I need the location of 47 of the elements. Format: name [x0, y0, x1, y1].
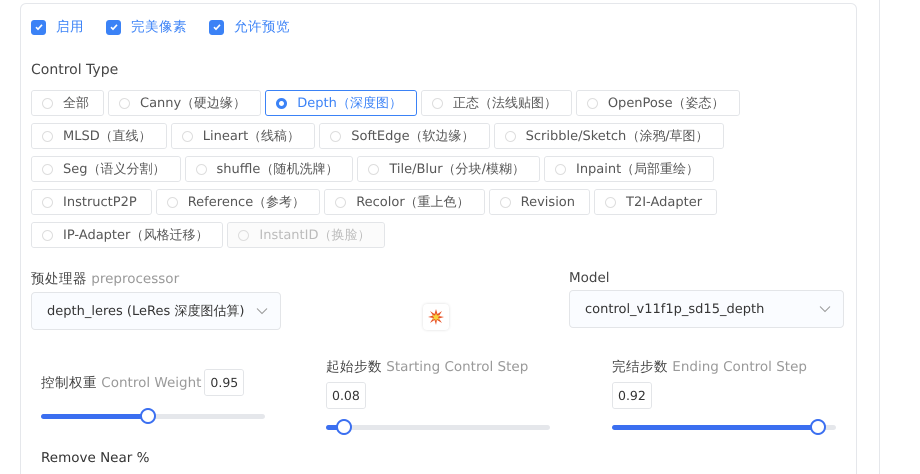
burst-icon [428, 309, 444, 325]
radio-option[interactable]: Revision [488, 189, 590, 215]
radio-option[interactable]: SoftEdge（软边缘） [319, 123, 490, 149]
radio-option[interactable]: Inpaint（局部重绘） [544, 156, 714, 182]
radio-option[interactable]: Canny（硬边缘） [108, 90, 262, 116]
radio-option[interactable]: Lineart（线稿） [170, 123, 316, 149]
slider-label: 控制权重 Control Weight [41, 374, 202, 392]
preprocessor-dropdown[interactable]: depth_leres (LeRes 深度图估算) [31, 292, 281, 330]
checkmark-icon [34, 22, 44, 32]
radio-option[interactable]: Seg（语义分割） [31, 156, 181, 182]
checkbox[interactable] [31, 20, 46, 34]
radio-option[interactable]: Recolor（重上色） [324, 189, 485, 215]
checkbox[interactable] [106, 20, 121, 34]
radio-option[interactable]: shuffle（随机洗牌） [184, 156, 354, 182]
number-field[interactable]: 0.08 [326, 382, 366, 409]
checkbox-option[interactable]: 启用 [31, 18, 84, 36]
radio-option[interactable]: OpenPose（姿态） [576, 90, 740, 116]
chevron-icon [256, 307, 268, 315]
preview-button[interactable] [423, 304, 449, 330]
checkbox-option[interactable]: 允许预览 [209, 18, 290, 36]
slider-label: 起始步数 Starting Control Step [326, 358, 528, 376]
chevron-icon [819, 305, 831, 313]
slider-handle[interactable] [810, 419, 826, 435]
radio-option[interactable]: 正态（法线贴图） [420, 90, 572, 116]
slider-label: 完结步数 Ending Control Step [612, 358, 807, 376]
radio-option[interactable]: IP-Adapter（风格迁移） [31, 222, 224, 248]
slider-handle[interactable] [140, 408, 156, 424]
slider-handle[interactable] [336, 419, 352, 435]
number-field[interactable]: 0.92 [612, 382, 652, 409]
radio-option[interactable]: MLSD（直线） [31, 123, 167, 149]
section-label: Control Type [31, 62, 120, 78]
radio-option[interactable]: Depth（深度图） [265, 90, 417, 116]
model-dropdown[interactable]: control_v11f1p_sd15_depth [569, 290, 844, 328]
checkbox[interactable] [209, 20, 224, 34]
radio-option[interactable]: Reference（参考） [156, 189, 320, 215]
radio-option[interactable]: InstructP2P [31, 189, 152, 215]
radio-option[interactable]: Scribble/Sketch（涂鸦/草图） [494, 123, 724, 149]
checkmark-icon [108, 22, 118, 32]
field-label: Model [569, 270, 611, 286]
field-label: Remove Near % [40, 450, 150, 466]
radio-option[interactable]: T2I-Adapter [594, 189, 718, 215]
checkbox-option[interactable]: 完美像素 [106, 18, 187, 36]
number-field[interactable]: 0.95 [204, 369, 244, 396]
field-label: 预处理器 preprocessor [31, 270, 180, 288]
checkmark-icon [212, 22, 222, 32]
radio-option[interactable]: 全部 [31, 90, 104, 116]
radio-option[interactable]: Tile/Blur（分块/模糊） [357, 156, 540, 182]
